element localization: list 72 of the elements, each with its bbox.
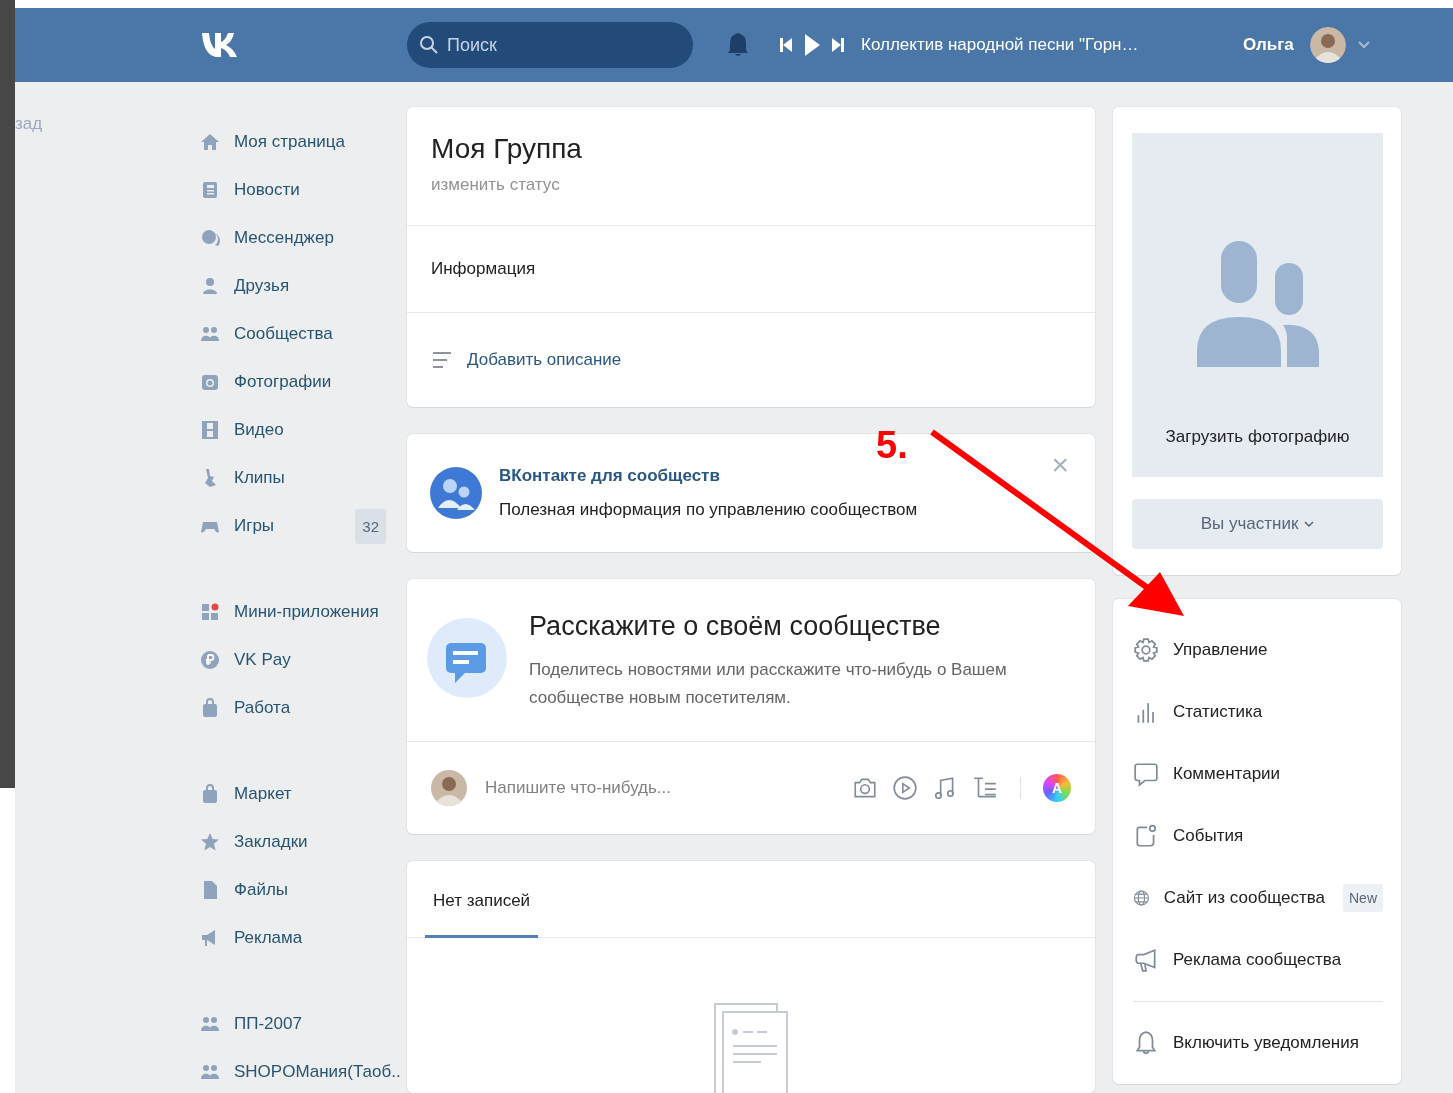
new-badge: New — [1343, 884, 1383, 912]
loudspeaker-icon — [1133, 947, 1159, 973]
sidebar-item[interactable]: Реклама — [234, 928, 390, 948]
action-link[interactable]: Включить уведомления — [1173, 1033, 1359, 1053]
sidebar-item[interactable]: ПП-2007 — [234, 1014, 390, 1034]
sidebar-item[interactable]: SHOPOМания(Таоб.. — [234, 1062, 401, 1082]
group-title: Моя Группа — [431, 133, 583, 165]
chevron-down-icon — [1304, 520, 1315, 528]
users-icon — [1196, 241, 1319, 369]
play-icon[interactable] — [803, 33, 821, 57]
home-icon — [200, 132, 220, 152]
sidebar-item[interactable]: Мини-приложения — [234, 602, 390, 622]
bag-icon — [200, 698, 220, 718]
bag-icon — [200, 784, 220, 804]
membership-button[interactable]: Вы участник — [1132, 499, 1383, 549]
sidebar-item[interactable]: Мессенджер — [234, 228, 390, 248]
track-title[interactable]: Коллектив народной песни "Горн… — [861, 35, 1221, 55]
sidebar-item[interactable]: Сообщества — [234, 324, 390, 344]
bell-icon — [1133, 1030, 1159, 1056]
film-icon — [200, 420, 220, 440]
wall-tab[interactable]: Нет записей — [425, 861, 539, 938]
people-icon — [200, 324, 220, 344]
person-icon — [200, 276, 220, 296]
play-icon[interactable] — [892, 775, 918, 801]
prompt-text: Поделитесь новостями или расскажите что-нибудь о Вашем сообществе новым посетителям. — [529, 659, 1008, 709]
sidebar-item[interactable]: Новости — [234, 180, 390, 200]
gear-icon — [1133, 637, 1159, 663]
count-badge: 32 — [355, 508, 386, 544]
sidebar-item[interactable]: Маркет — [234, 784, 390, 804]
lines-icon — [431, 349, 453, 371]
search-field[interactable]: Поиск — [407, 22, 693, 68]
ruble-icon — [200, 650, 220, 670]
comment-icon — [1133, 761, 1159, 787]
sidebar-item[interactable]: Моя страница — [234, 132, 390, 152]
art-button[interactable]: A — [1043, 774, 1071, 802]
add-description-link[interactable]: Добавить описание — [467, 350, 622, 370]
action-link[interactable]: Реклама сообщества — [1173, 950, 1342, 970]
star-icon — [200, 832, 220, 852]
sidebar-item[interactable]: Клипы — [234, 468, 390, 488]
sidebar-item[interactable]: Работа — [234, 698, 390, 718]
action-link[interactable]: Статистика — [1173, 702, 1263, 722]
sidebar-item[interactable]: VK Pay — [234, 650, 390, 670]
action-link[interactable]: Комментарии — [1173, 764, 1281, 784]
promo-title[interactable]: ВКонтакте для сообществ — [499, 466, 1032, 486]
photo-placeholder[interactable]: Загрузить фотографию — [1132, 133, 1383, 477]
chat-icon — [200, 228, 220, 248]
sidebar-item[interactable]: Закладки — [234, 832, 390, 852]
people-icon — [200, 1014, 220, 1034]
action-link[interactable]: События — [1173, 826, 1244, 846]
prompt-title: Расскажите о своём сообществе — [529, 611, 942, 642]
sidebar-item[interactable]: Друзья — [234, 276, 390, 296]
event-icon — [1133, 823, 1159, 849]
user-name[interactable]: Ольга — [1243, 35, 1294, 55]
sidebar-item[interactable]: Видео — [234, 420, 390, 440]
news-icon — [200, 180, 220, 200]
notifications-icon[interactable] — [727, 32, 749, 58]
camera-icon — [200, 372, 220, 392]
section-title: Информация — [431, 259, 536, 278]
sidebar-item[interactable]: Файлы — [234, 880, 390, 900]
previous-track-icon[interactable] — [779, 36, 793, 54]
promo-text: Полезная информация по управлению сообществом — [499, 500, 919, 520]
action-link[interactable]: Сайт из сообщества — [1163, 888, 1325, 908]
avatar[interactable] — [1309, 27, 1346, 63]
apps-icon — [200, 602, 220, 622]
sidebar-item[interactable]: Игры — [234, 516, 356, 536]
upload-photo-label[interactable]: Загрузить фотографию — [1165, 427, 1350, 447]
step-number: 5. — [876, 424, 908, 467]
next-track-icon[interactable] — [831, 36, 845, 54]
chevron-down-icon[interactable] — [1357, 41, 1370, 49]
action-link[interactable]: Управление — [1173, 640, 1268, 660]
sidebar-item[interactable]: Фотографии — [234, 372, 390, 392]
people-icon — [200, 1062, 220, 1082]
